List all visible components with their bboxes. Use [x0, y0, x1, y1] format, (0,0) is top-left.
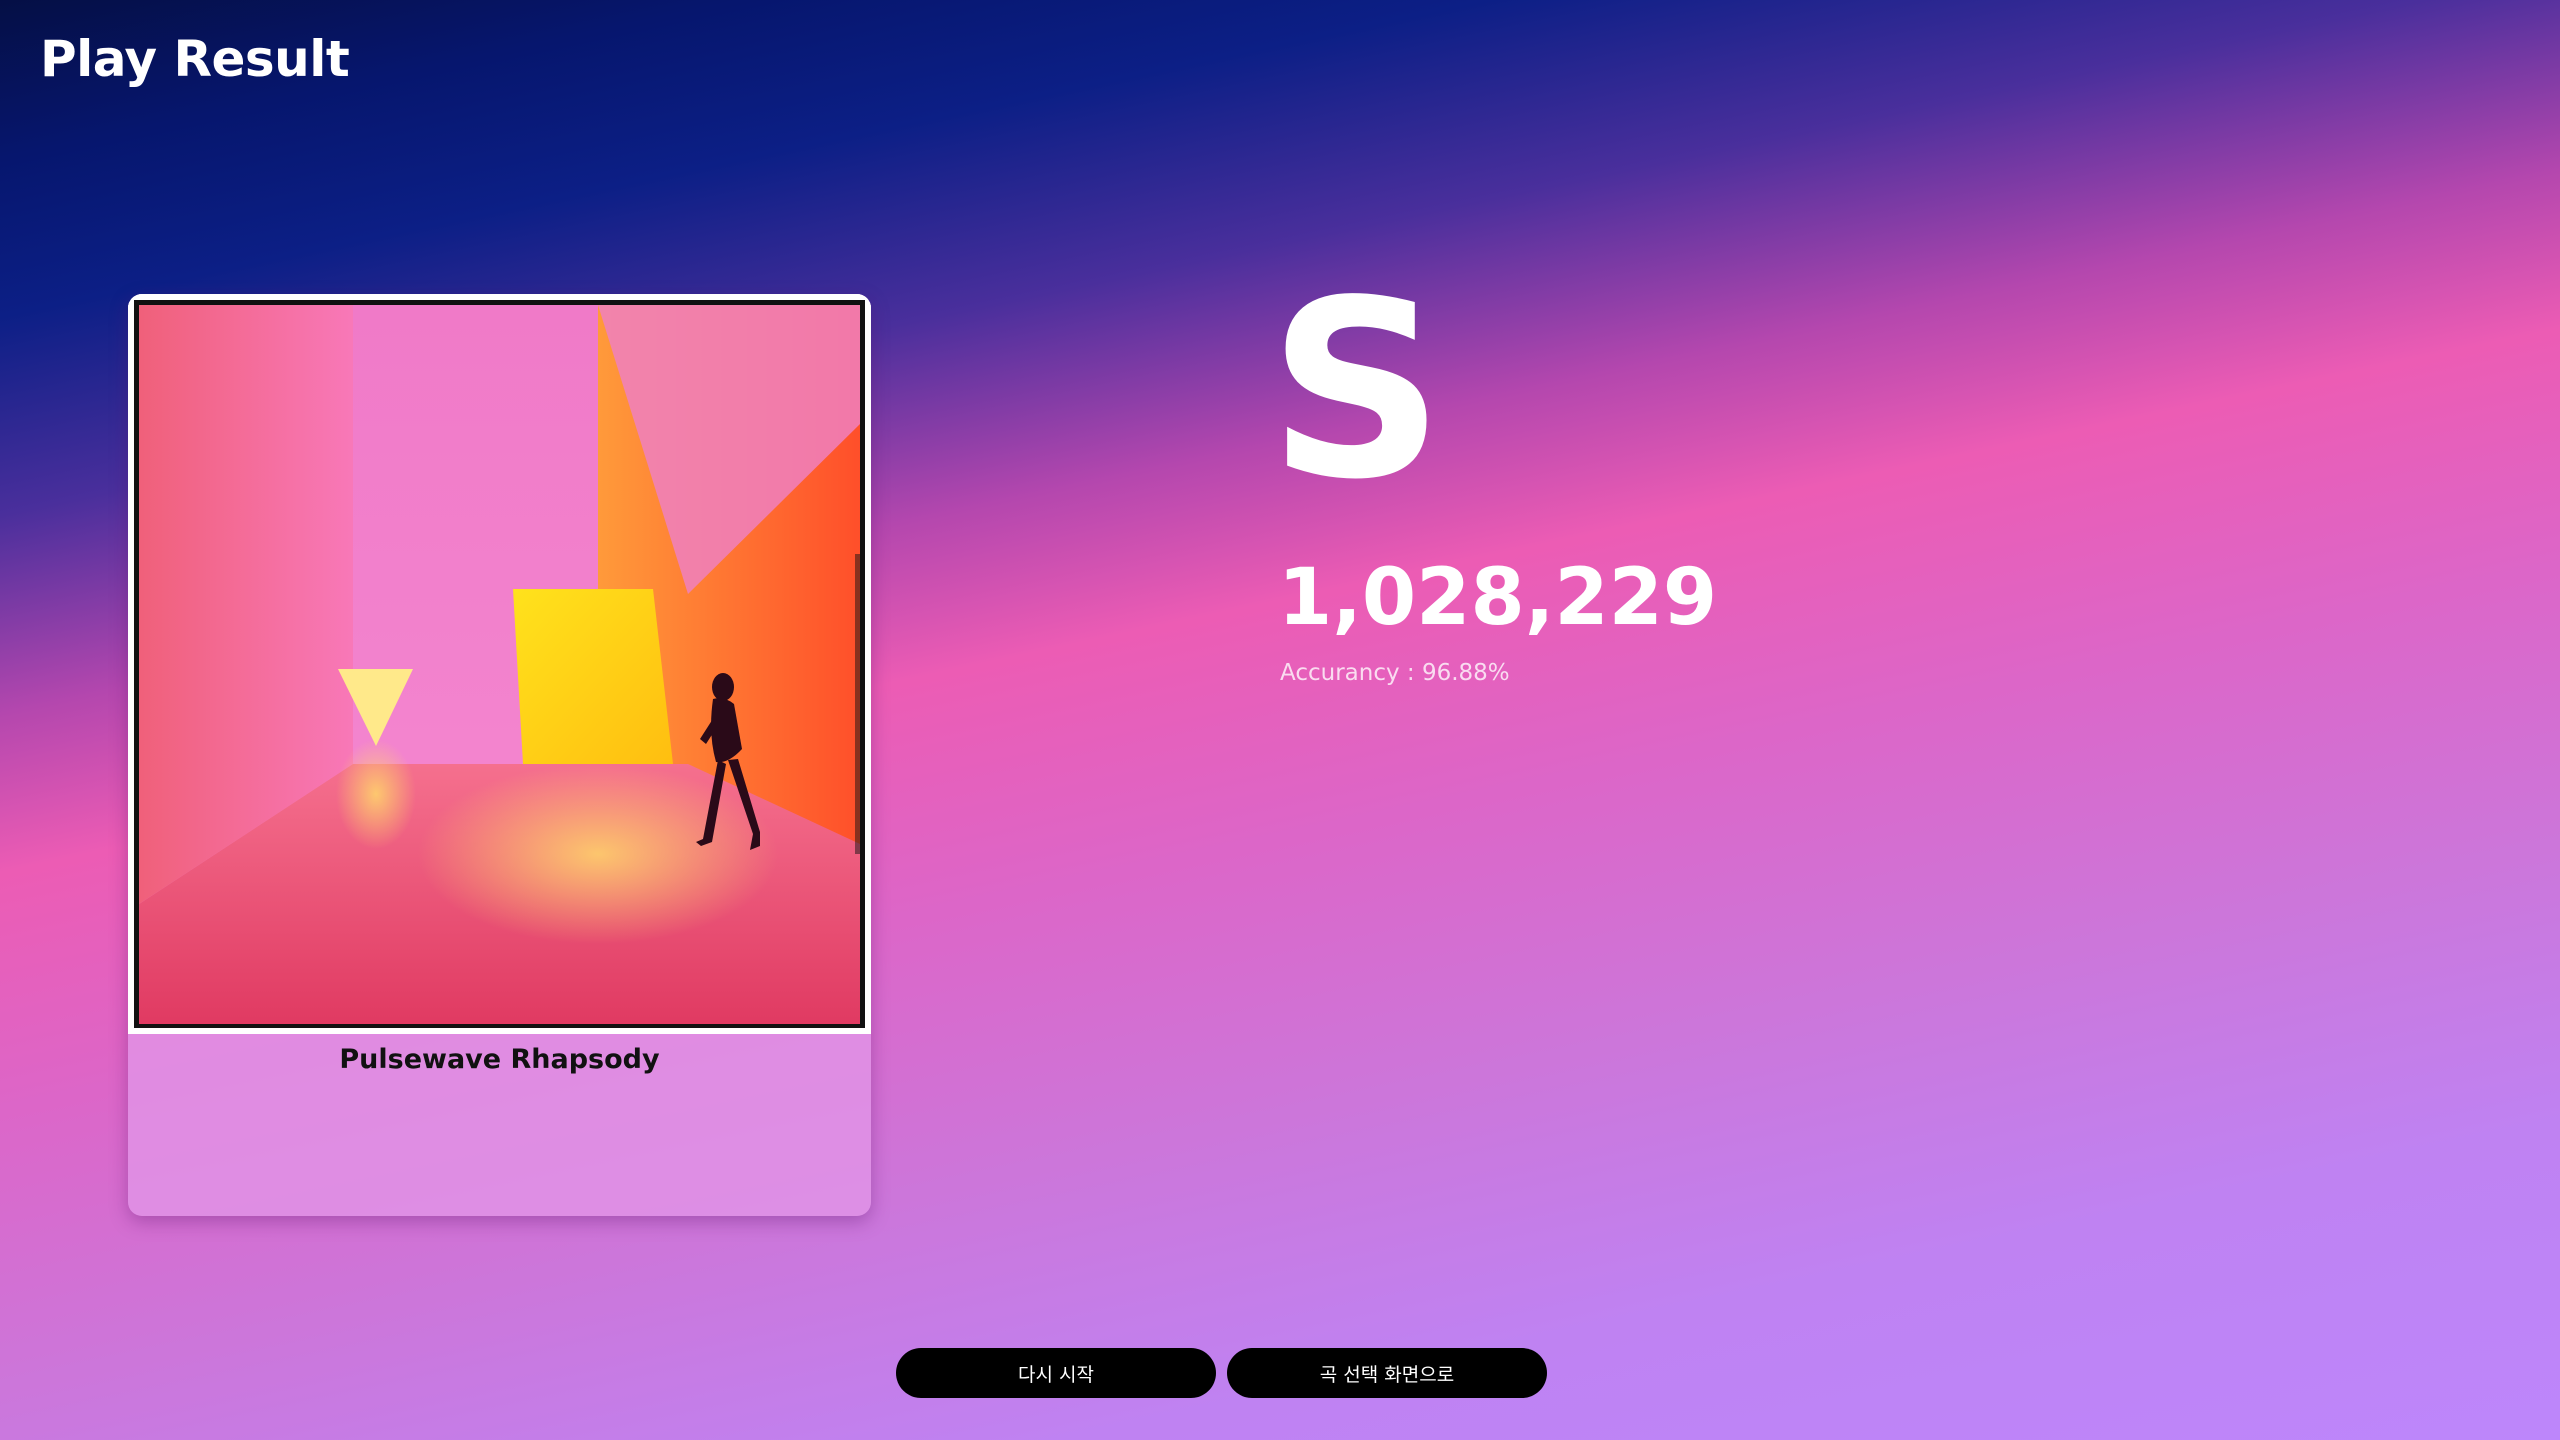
song-select-button[interactable]: 곡 선택 화면으로 — [1227, 1348, 1547, 1398]
retry-button[interactable]: 다시 시작 — [896, 1348, 1216, 1398]
rank-grade: S — [1268, 248, 1445, 533]
album-art-image — [128, 294, 871, 1034]
song-title: Pulsewave Rhapsody — [339, 1044, 660, 1075]
score-value: 1,028,229 — [1278, 553, 1718, 643]
page-title: Play Result — [40, 30, 350, 88]
song-card: Pulsewave Rhapsody — [128, 294, 871, 1216]
accuracy-text: Accurancy : 96.88% — [1280, 660, 1510, 686]
